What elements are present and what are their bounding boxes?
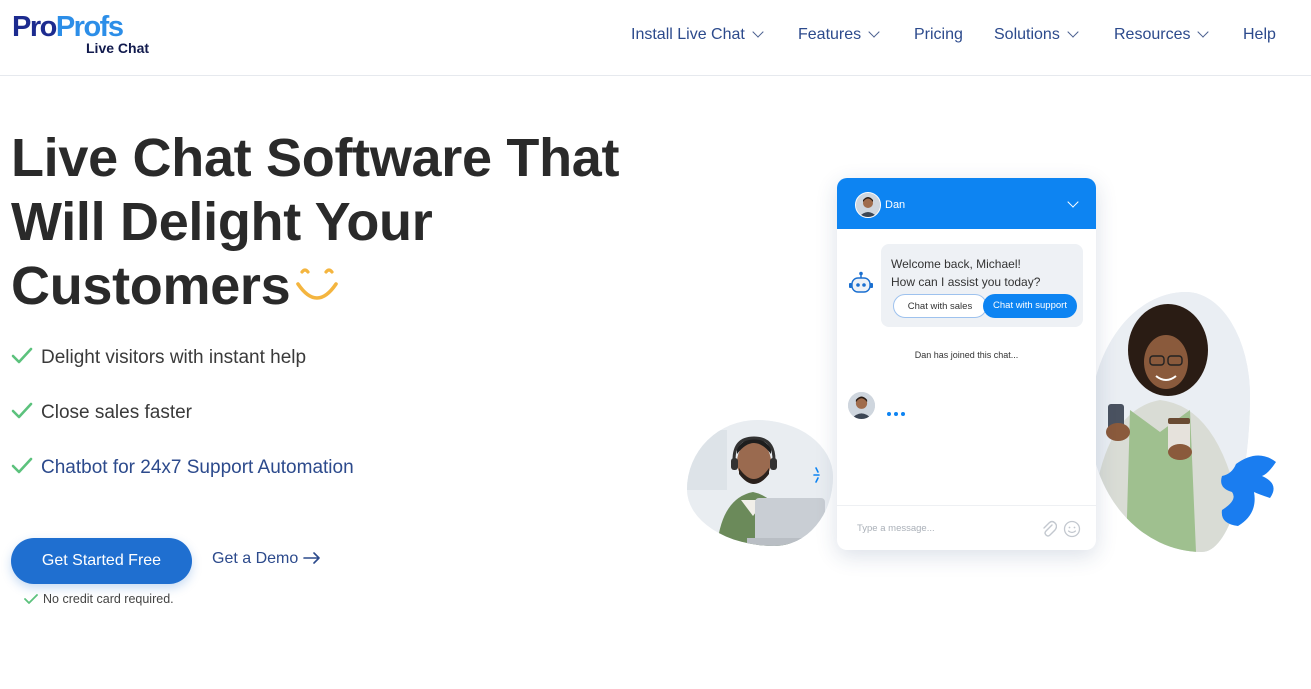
hero-title-line-3: Customers xyxy=(11,254,651,318)
demo-label: Get a Demo xyxy=(212,550,299,567)
typing-indicator xyxy=(887,403,908,421)
chevron-down-icon xyxy=(1067,26,1079,38)
logo-subtitle: Live Chat xyxy=(86,40,150,56)
nav-features[interactable]: Features xyxy=(798,25,880,45)
hero-title-line-1: Live Chat Software That xyxy=(11,128,620,188)
benefit-text: Chatbot for 24x7 Support Automation xyxy=(41,457,354,478)
divider xyxy=(837,505,1096,506)
benefit-item-2: Close sales faster xyxy=(11,400,192,426)
logo-wordmark: ProProfs xyxy=(12,11,124,43)
hero-title-line-2: Will Delight Your xyxy=(11,192,433,252)
chevron-down-icon xyxy=(1197,26,1210,38)
chevron-down-icon[interactable] xyxy=(1067,196,1079,208)
get-started-free-button[interactable]: Get Started Free xyxy=(11,538,192,584)
agent-avatar-image xyxy=(856,193,880,217)
chat-with-support-button[interactable]: Chat with support xyxy=(983,294,1077,318)
greeting-line-1: Welcome back, Michael! xyxy=(891,257,1021,271)
check-icon xyxy=(24,593,38,604)
no-credit-card-note: No credit card required. xyxy=(24,592,174,606)
check-icon xyxy=(11,347,33,364)
nav-install-live-chat[interactable]: Install Live Chat xyxy=(631,25,764,45)
arrow-right-icon xyxy=(303,551,321,564)
nav-help[interactable]: Help xyxy=(1243,25,1276,45)
greeting-line-2: How can I assist you today? xyxy=(891,275,1041,289)
get-a-demo-link[interactable]: Get a Demo xyxy=(212,549,321,569)
proprofs-logo[interactable]: ProProfs Live Chat xyxy=(12,12,162,60)
agent-joined-status: Dan has joined this chat... xyxy=(914,350,1019,360)
nav-pricing[interactable]: Pricing xyxy=(914,25,963,45)
chat-message-input[interactable]: Type a message... xyxy=(857,523,935,534)
nav-label: Solutions xyxy=(994,26,1060,43)
emoji-icon[interactable] xyxy=(1063,520,1081,538)
chat-widget-mockup: Dan Welcome back, Michael! How can I ass… xyxy=(837,178,1096,550)
benefit-text: Delight visitors with instant help xyxy=(41,347,307,368)
paperclip-icon[interactable] xyxy=(1041,520,1057,538)
smiley-icon xyxy=(296,268,339,300)
hero-title-customers: Customers xyxy=(11,256,291,316)
chatbot-icon xyxy=(849,271,873,293)
check-icon xyxy=(11,402,33,419)
nav-label: Help xyxy=(1243,26,1276,43)
hero-title: Live Chat Software That Will Delight You… xyxy=(11,126,651,318)
chevron-down-icon xyxy=(868,26,880,38)
sparkle-icon xyxy=(813,467,820,483)
site-header: ProProfs Live Chat Install Live Chat Fea… xyxy=(0,0,1311,76)
bot-message-bubble: Welcome back, Michael! How can I assist … xyxy=(881,244,1083,327)
agent-avatar-image xyxy=(848,392,875,419)
chat-header: Dan xyxy=(837,178,1096,229)
note-text: No credit card required. xyxy=(43,592,174,606)
nav-resources[interactable]: Resources xyxy=(1114,25,1210,45)
benefit-text: Close sales faster xyxy=(41,402,193,423)
bot-message-text: Welcome back, Michael! How can I assist … xyxy=(891,255,1040,291)
nav-label: Install Live Chat xyxy=(631,26,745,43)
agent-name: Dan xyxy=(885,199,906,211)
logo-part-pro: Pro xyxy=(12,11,57,43)
benefit-item-1: Delight visitors with instant help xyxy=(11,345,306,371)
check-icon xyxy=(11,457,33,474)
nav-label: Features xyxy=(798,26,862,43)
logo-part-profs: Profs xyxy=(55,11,124,43)
chat-with-sales-button[interactable]: Chat with sales xyxy=(893,294,987,318)
chevron-down-icon xyxy=(752,26,764,38)
nav-label: Resources xyxy=(1114,26,1191,43)
benefit-item-3-link[interactable]: Chatbot for 24x7 Support Automation xyxy=(11,455,354,481)
nav-label: Pricing xyxy=(914,26,963,43)
agent-avatar xyxy=(855,192,881,218)
blue-splash-decoration xyxy=(1221,455,1276,526)
agent-avatar-small xyxy=(848,392,875,419)
nav-solutions[interactable]: Solutions xyxy=(994,25,1079,45)
